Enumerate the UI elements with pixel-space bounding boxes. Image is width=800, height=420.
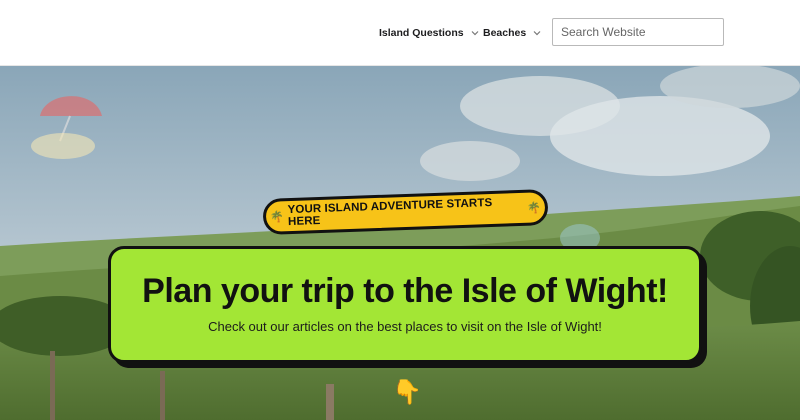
pointing-down-icon: 👇 xyxy=(392,379,422,406)
hero-title: Plan your trip to the Isle of Wight! xyxy=(142,272,668,310)
nav-island-questions-label: Island Questions xyxy=(379,26,464,39)
search-input[interactable] xyxy=(552,18,724,46)
chevron-down-icon xyxy=(533,30,541,35)
hero-subtitle: Check out our articles on the best place… xyxy=(208,319,602,334)
palm-tree-icon: 🌴 xyxy=(269,210,285,224)
palm-tree-icon: 🌴 xyxy=(526,201,542,215)
hero-card: Plan your trip to the Isle of Wight! Che… xyxy=(108,246,702,363)
site-header: Island Questions Beaches xyxy=(0,0,800,66)
hero-section: 🌴 YOUR ISLAND ADVENTURE STARTS HERE 🌴 Pl… xyxy=(0,66,800,420)
nav-beaches-label: Beaches xyxy=(483,26,527,39)
tagline-text: YOUR ISLAND ADVENTURE STARTS HERE xyxy=(287,196,493,229)
chevron-down-icon xyxy=(471,30,479,35)
nav-island-questions[interactable]: Island Questions xyxy=(379,0,480,65)
nav-beaches[interactable]: Beaches xyxy=(483,0,542,65)
